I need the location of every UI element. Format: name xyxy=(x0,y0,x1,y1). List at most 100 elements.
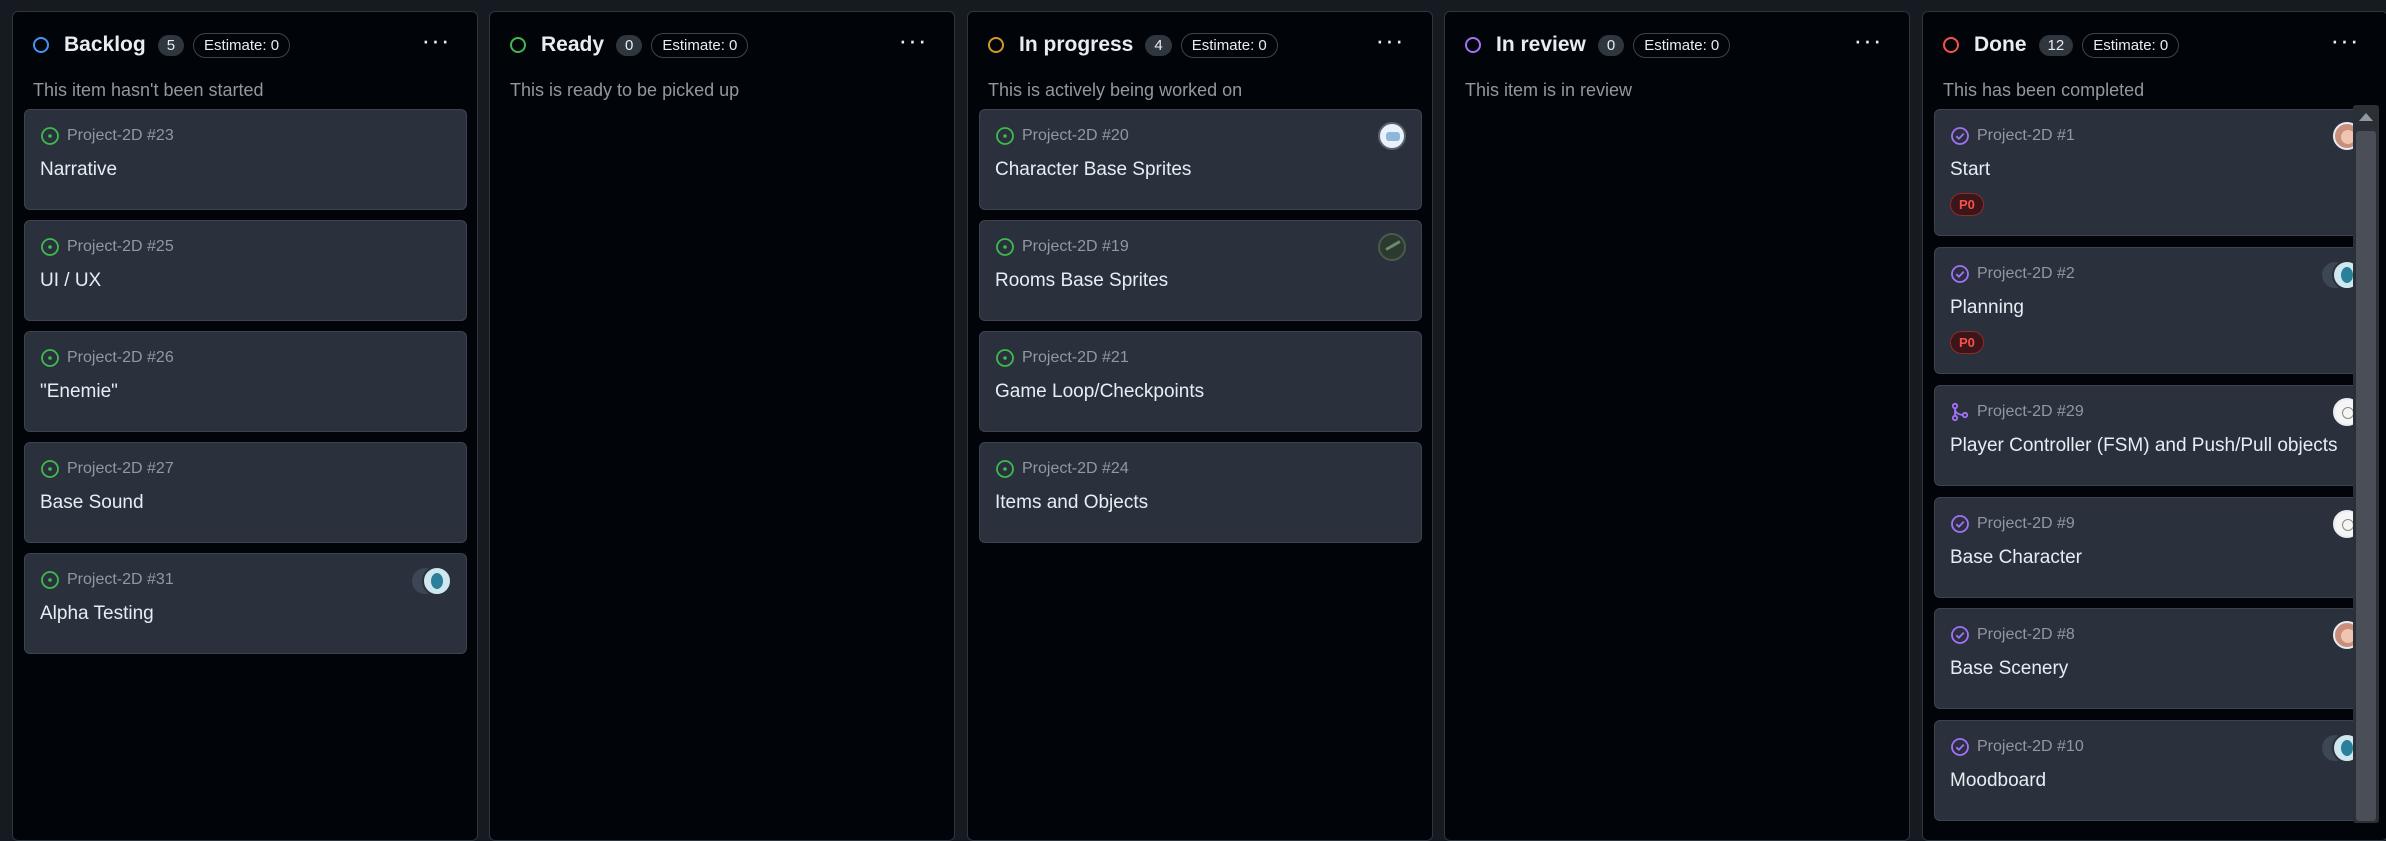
column-header: Ready 0 Estimate: 0 xyxy=(510,30,749,60)
issue-open-icon xyxy=(41,349,59,367)
column-title[interactable]: Ready xyxy=(541,33,604,57)
card-meta: Project-2D #1 xyxy=(1950,126,2075,146)
issue-open-icon xyxy=(41,460,59,478)
column-title[interactable]: Done xyxy=(1974,33,2027,57)
issue-card[interactable]: Project-2D #8 Base Scenery xyxy=(1934,608,2377,709)
assignee-avatars[interactable] xyxy=(410,566,452,596)
issue-reference[interactable]: Project-2D #27 xyxy=(67,460,174,478)
column-backlog: Backlog 5 Estimate: 0 ··· This item hasn't b… xyxy=(12,11,478,841)
issue-card[interactable]: Project-2D #10 Moodboard xyxy=(1934,720,2377,821)
column-description: This is ready to be picked up xyxy=(510,80,740,100)
card-meta: Project-2D #27 xyxy=(40,459,174,479)
issue-card[interactable]: Project-2D #31 Alpha Testing xyxy=(24,553,467,654)
issue-reference[interactable]: Project-2D #25 xyxy=(67,238,174,256)
column-menu-button[interactable]: ··· xyxy=(896,26,930,54)
issue-open-icon xyxy=(996,127,1014,145)
column-header: Backlog 5 Estimate: 0 xyxy=(33,30,291,60)
done-column-scrollbar[interactable] xyxy=(2353,105,2379,823)
assignee-avatars[interactable] xyxy=(2320,733,2362,763)
issue-closed-icon xyxy=(1951,515,1969,533)
issue-title[interactable]: Character Base Sprites xyxy=(995,159,1191,181)
issue-reference[interactable]: Project-2D #24 xyxy=(1022,460,1129,478)
issue-title[interactable]: Base Sound xyxy=(40,492,144,514)
issue-card[interactable]: Project-2D #20 Character Base Sprites xyxy=(979,109,1422,210)
issue-reference[interactable]: Project-2D #8 xyxy=(1977,626,2075,644)
issue-title[interactable]: Rooms Base Sprites xyxy=(995,270,1168,292)
assignee-avatar[interactable] xyxy=(1378,122,1406,150)
status-circle-icon xyxy=(988,37,1004,53)
issue-title[interactable]: Items and Objects xyxy=(995,492,1148,514)
issue-open-icon xyxy=(996,238,1014,256)
issue-reference[interactable]: Project-2D #29 xyxy=(1977,403,2084,421)
column-header: In progress 4 Estimate: 0 xyxy=(988,30,1278,60)
status-circle-icon xyxy=(33,37,49,53)
issue-card[interactable]: Project-2D #21 Game Loop/Checkpoints xyxy=(979,331,1422,432)
issue-title[interactable]: Planning xyxy=(1950,297,2024,319)
scroll-thumb[interactable] xyxy=(2356,131,2376,821)
column-title[interactable]: Backlog xyxy=(64,33,146,57)
estimate-badge: Estimate: 0 xyxy=(1633,32,1731,58)
issue-reference[interactable]: Project-2D #31 xyxy=(67,571,174,589)
issue-open-icon xyxy=(41,571,59,589)
issue-reference[interactable]: Project-2D #1 xyxy=(1977,127,2075,145)
card-meta: Project-2D #8 xyxy=(1950,625,2075,645)
issue-title[interactable]: Game Loop/Checkpoints xyxy=(995,381,1204,403)
card-meta: Project-2D #24 xyxy=(995,459,1129,479)
issue-card[interactable]: Project-2D #19 Rooms Base Sprites xyxy=(979,220,1422,321)
card-meta: Project-2D #10 xyxy=(1950,737,2084,757)
issue-card[interactable]: Project-2D #1 Start P0 xyxy=(1934,109,2377,236)
issue-title[interactable]: Moodboard xyxy=(1950,770,2046,792)
assignee-avatars[interactable] xyxy=(2320,260,2362,290)
issue-card[interactable]: Project-2D #9 Base Character xyxy=(1934,497,2377,598)
merged-pull-request-icon xyxy=(1951,402,1969,422)
card-meta: Project-2D #9 xyxy=(1950,514,2075,534)
issue-reference[interactable]: Project-2D #2 xyxy=(1977,265,2075,283)
scroll-up-arrow-icon[interactable] xyxy=(2359,113,2373,121)
column-title[interactable]: In review xyxy=(1496,33,1586,57)
issue-title[interactable]: Start xyxy=(1950,159,1990,181)
issue-card[interactable]: Project-2D #27 Base Sound xyxy=(24,442,467,543)
issue-open-icon xyxy=(996,349,1014,367)
issue-reference[interactable]: Project-2D #9 xyxy=(1977,515,2075,533)
column-menu-button[interactable]: ··· xyxy=(419,26,453,54)
item-count-badge: 5 xyxy=(157,34,185,56)
column-menu-button[interactable]: ··· xyxy=(1373,26,1407,54)
column-title[interactable]: In progress xyxy=(1019,33,1133,57)
item-count-badge: 0 xyxy=(1597,34,1625,56)
column-done: Done 12 Estimate: 0 ··· This has been comple… xyxy=(1922,11,2386,841)
issue-card[interactable]: Project-2D #2 Planning P0 xyxy=(1934,247,2377,374)
issue-reference[interactable]: Project-2D #21 xyxy=(1022,349,1129,367)
column-menu-button[interactable]: ··· xyxy=(1851,26,1885,54)
assignee-avatar[interactable] xyxy=(1378,233,1406,261)
issue-card[interactable]: Project-2D #23 Narrative xyxy=(24,109,467,210)
issue-title[interactable]: Base Scenery xyxy=(1950,658,2068,680)
issue-title[interactable]: Narrative xyxy=(40,159,117,181)
issue-card[interactable]: Project-2D #26 "Enemie" xyxy=(24,331,467,432)
issue-card[interactable]: Project-2D #24 Items and Objects xyxy=(979,442,1422,543)
issue-reference[interactable]: Project-2D #23 xyxy=(67,127,174,145)
column-ready: Ready 0 Estimate: 0 ··· This is ready to be … xyxy=(489,11,955,841)
card-meta: Project-2D #20 xyxy=(995,126,1129,146)
issue-reference[interactable]: Project-2D #10 xyxy=(1977,738,2084,756)
card-meta: Project-2D #29 xyxy=(1950,402,2084,422)
issue-card[interactable]: Project-2D #25 UI / UX xyxy=(24,220,467,321)
column-menu-button[interactable]: ··· xyxy=(2328,26,2362,54)
status-circle-icon xyxy=(1465,37,1481,53)
column-description: This item hasn't been started xyxy=(33,80,264,100)
issue-title[interactable]: Base Character xyxy=(1950,547,2082,569)
estimate-badge: Estimate: 0 xyxy=(1180,32,1278,58)
item-count-badge: 0 xyxy=(616,34,643,56)
priority-label[interactable]: P0 xyxy=(1950,193,1984,216)
issue-reference[interactable]: Project-2D #19 xyxy=(1022,238,1129,256)
issue-card[interactable]: Project-2D #29 Player Controller (FSM) an… xyxy=(1934,385,2377,486)
issue-reference[interactable]: Project-2D #20 xyxy=(1022,127,1129,145)
item-count-badge: 12 xyxy=(2038,34,2074,56)
issue-closed-icon xyxy=(1951,265,1969,283)
issue-title[interactable]: UI / UX xyxy=(40,270,101,292)
issue-title[interactable]: Player Controller (FSM) and Push/Pull ob… xyxy=(1950,435,2338,457)
issue-title[interactable]: Alpha Testing xyxy=(40,603,154,625)
issue-title[interactable]: "Enemie" xyxy=(40,381,118,403)
card-meta: Project-2D #26 xyxy=(40,348,174,368)
priority-label[interactable]: P0 xyxy=(1950,331,1984,354)
issue-reference[interactable]: Project-2D #26 xyxy=(67,349,174,367)
